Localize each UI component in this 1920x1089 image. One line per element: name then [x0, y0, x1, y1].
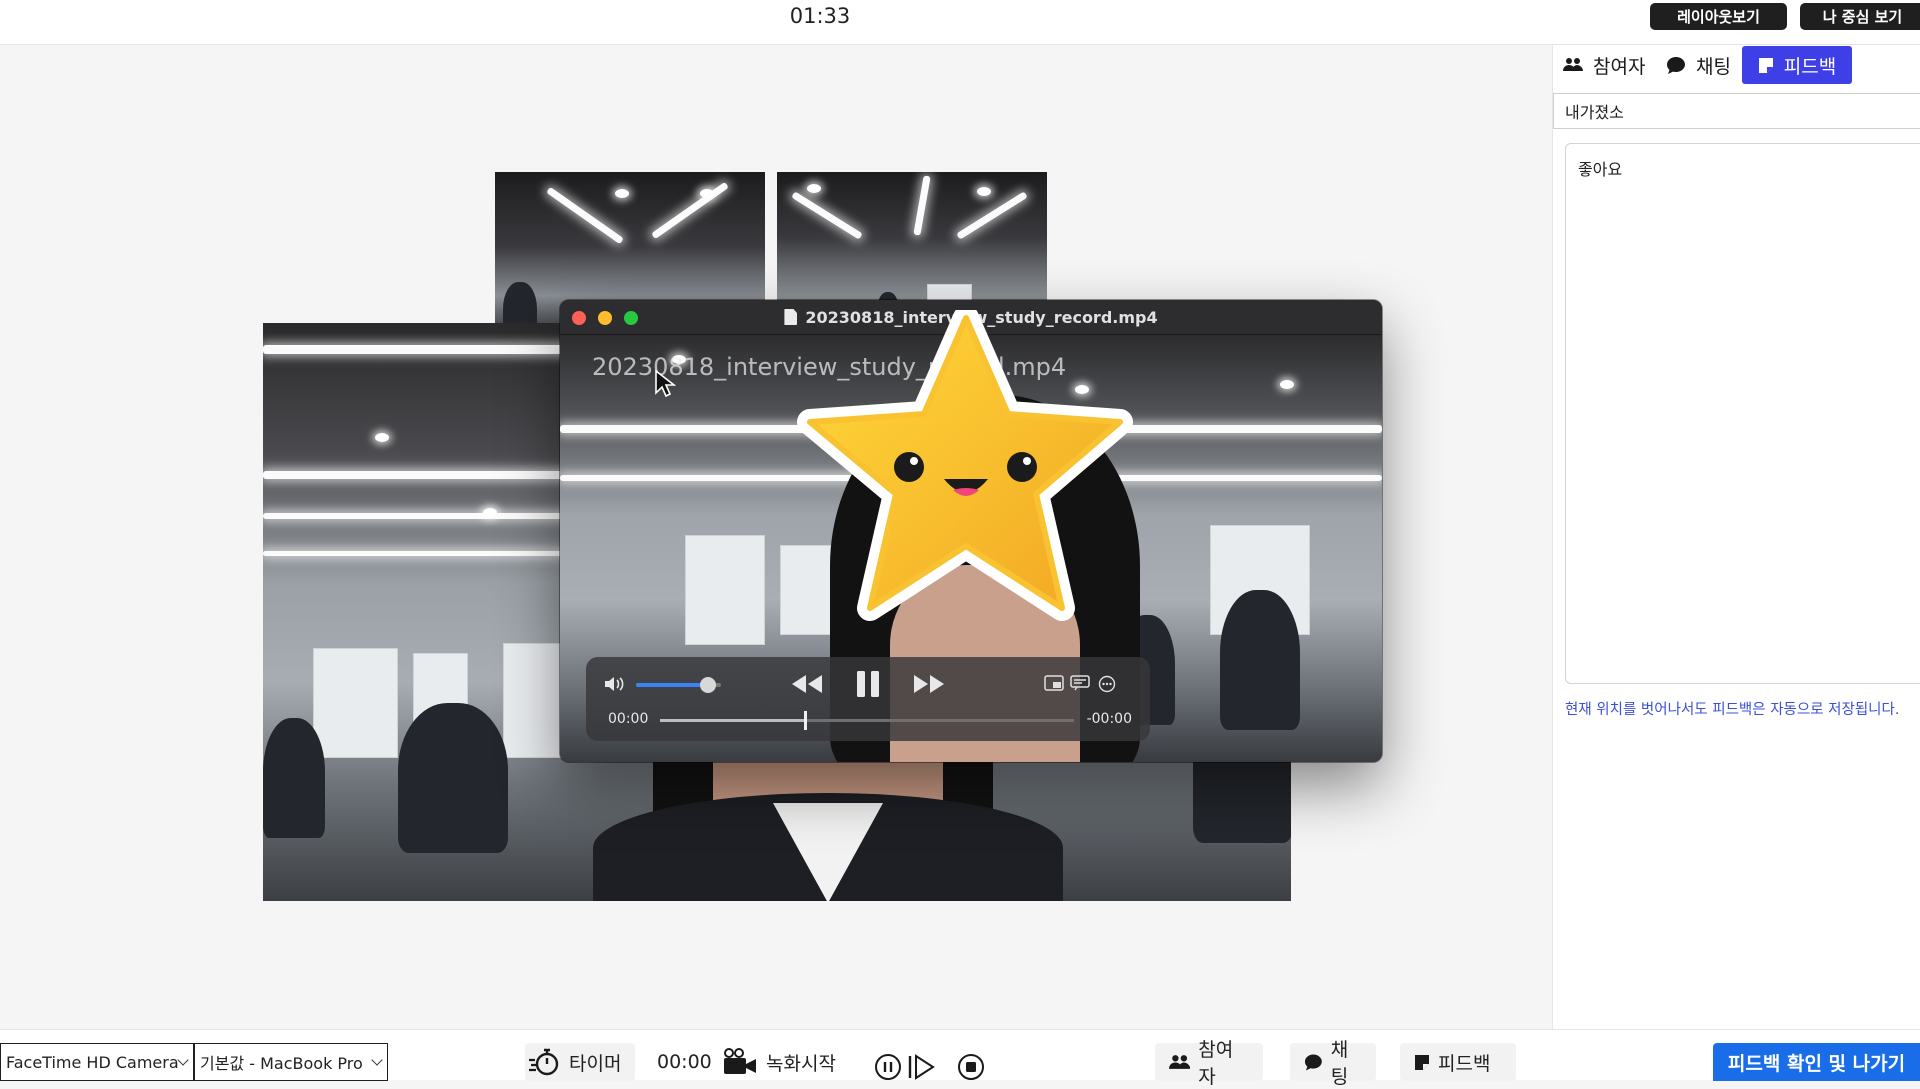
volume-knob[interactable] [700, 677, 717, 693]
pause-icon[interactable] [854, 669, 882, 699]
start-recording-button[interactable]: 녹화시작 [722, 1043, 836, 1081]
feedback-side-panel: 참여자 채팅 피드백 좋아요 현재 위치를 벗어나서도 피드백은 자동으로 저장… [1553, 45, 1920, 1029]
volume-icon[interactable] [604, 675, 626, 693]
microphone-select-value: 기본값 - MacBook Pro [200, 1054, 363, 1073]
top-bar: 01:33 레이아웃보기 나 중심 보기 [0, 0, 1920, 45]
scrubber-playhead[interactable] [803, 711, 807, 730]
close-window-button[interactable] [572, 311, 586, 325]
smiling-star-sticker-icon [797, 310, 1133, 621]
chat-bubble-icon [1304, 1054, 1322, 1070]
note-icon [1415, 1054, 1429, 1070]
chevron-down-icon [177, 1054, 189, 1066]
people-icon [1563, 58, 1583, 71]
video-camera-icon [724, 1048, 756, 1074]
participants-label: 참여자 [1198, 1039, 1234, 1088]
tab-participants-label: 참여자 [1593, 55, 1646, 78]
timer-button[interactable]: 타이머 [525, 1043, 635, 1081]
people-icon [1169, 1054, 1191, 1069]
me-focus-view-button[interactable]: 나 중심 보기 [1800, 3, 1920, 30]
camera-select[interactable]: FaceTime HD Camera [0, 1043, 194, 1081]
chat-bubble-icon [1667, 56, 1685, 74]
recording-time: 00:00 [657, 1051, 712, 1073]
tab-feedback-label: 피드백 [1783, 55, 1837, 78]
subtitles-icon[interactable] [1070, 675, 1090, 691]
tab-participants[interactable]: 참여자 [1553, 46, 1655, 84]
pause-recording-icon[interactable] [874, 1048, 902, 1086]
autosave-notice: 현재 위치를 벗어나서도 피드백은 자동으로 저장됩니다. [1565, 702, 1900, 718]
fast-forward-icon[interactable] [912, 673, 946, 695]
layout-view-button[interactable]: 레이아웃보기 [1650, 3, 1787, 30]
minimize-window-button[interactable] [598, 311, 612, 325]
time-remaining: -00:00 [1086, 711, 1132, 727]
chevron-down-icon [371, 1054, 383, 1066]
feedback-label: 피드백 [1438, 1052, 1491, 1075]
microphone-select[interactable]: 기본값 - MacBook Pro [194, 1043, 388, 1081]
playback-scrubber[interactable] [660, 711, 1074, 730]
feedback-button[interactable]: 피드백 [1400, 1043, 1516, 1081]
side-panel-tabs: 참여자 채팅 피드백 [1553, 45, 1920, 85]
feedback-body-textarea[interactable]: 좋아요 [1565, 143, 1920, 684]
video-stage: 20230818_interview_study_record.mp4 2023… [0, 45, 1553, 1029]
camera-select-value: FaceTime HD Camera [6, 1052, 179, 1072]
meeting-clock: 01:33 [789, 4, 851, 28]
start-recording-label: 녹화시작 [766, 1052, 836, 1075]
chat-label: 채팅 [1330, 1039, 1349, 1088]
resume-recording-icon[interactable] [907, 1048, 935, 1086]
tab-chat[interactable]: 채팅 [1656, 46, 1741, 84]
chat-button[interactable]: 채팅 [1290, 1039, 1376, 1088]
participants-button[interactable]: 참여자 [1155, 1039, 1263, 1088]
volume-slider[interactable] [636, 677, 721, 693]
timer-label: 타이머 [569, 1052, 622, 1075]
maximize-window-button[interactable] [624, 311, 638, 325]
confirm-feedback-and-exit-button[interactable]: 피드백 확인 및 나가기 [1713, 1043, 1920, 1081]
note-icon [1758, 57, 1773, 73]
stopwatch-icon [529, 1048, 559, 1076]
stop-recording-icon[interactable] [957, 1048, 985, 1086]
playback-controls: 00:00 -00:00 [586, 657, 1150, 741]
picture-in-picture-icon[interactable] [1044, 675, 1064, 691]
bottom-toolbar: FaceTime HD Camera 기본값 - MacBook Pro 타이머… [0, 1029, 1920, 1088]
tab-feedback[interactable]: 피드백 [1742, 46, 1852, 84]
rewind-icon[interactable] [790, 673, 824, 695]
tab-chat-label: 채팅 [1696, 55, 1731, 78]
more-options-icon[interactable] [1098, 675, 1116, 693]
time-elapsed: 00:00 [608, 711, 649, 727]
feedback-title-input[interactable] [1553, 93, 1920, 129]
mouse-cursor-icon [655, 369, 676, 398]
